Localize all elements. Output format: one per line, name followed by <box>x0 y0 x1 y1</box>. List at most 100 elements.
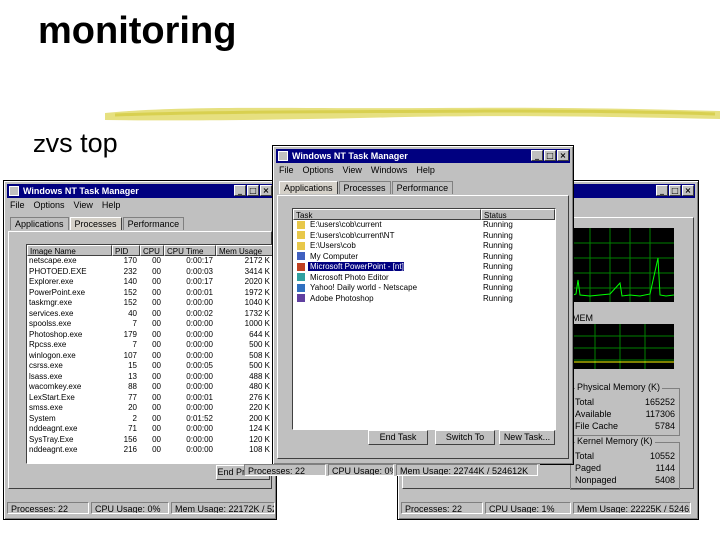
process-row[interactable]: Explorer.exe 140 00 0:00:17 2020 K <box>27 277 273 288</box>
task-row[interactable]: Adobe Photoshop Running <box>293 294 555 305</box>
end-task-button[interactable]: End Task <box>368 430 428 445</box>
process-row[interactable]: Rpcss.exe 7 00 0:00:00 500 K <box>27 340 273 351</box>
process-row[interactable]: netscape.exe 170 00 0:00:17 2172 K <box>27 256 273 267</box>
column-header-task[interactable]: Task <box>293 209 481 220</box>
process-pid: 7 <box>132 319 137 328</box>
task-list[interactable]: Task Status E:\users\cob\current Running E… <box>292 208 556 430</box>
column-header-status[interactable]: Status <box>481 209 555 220</box>
process-row[interactable]: LexStart.Exe 77 00 0:00:01 276 K <box>27 393 273 404</box>
tab-applications[interactable]: Applications <box>10 217 69 230</box>
tab-performance[interactable]: Performance <box>391 181 454 194</box>
menu-options[interactable]: Options <box>34 200 65 210</box>
process-cpu-time: 0:00:00 <box>186 371 213 381</box>
process-row[interactable]: csrss.exe 15 00 0:00:05 500 K <box>27 361 273 372</box>
menu-help[interactable]: Help <box>102 200 121 210</box>
column-header-image-name[interactable]: Image Name <box>27 245 112 256</box>
process-mem-usage: 200 K <box>249 413 270 423</box>
process-cpu: 00 <box>152 403 161 412</box>
process-image-name: Explorer.exe <box>29 277 74 286</box>
column-header-pid[interactable]: PID <box>112 245 140 256</box>
process-row[interactable]: PowerPoint.exe 152 00 0:00:01 1972 K <box>27 288 273 299</box>
process-cpu: 00 <box>152 329 161 339</box>
process-row[interactable]: nddeagnt.exe 216 00 0:00:00 108 K <box>27 445 273 456</box>
column-header-cpu-time[interactable]: CPU Time <box>164 245 216 256</box>
process-cpu-time: 0:00:00 <box>186 434 213 444</box>
menu-options[interactable]: Options <box>303 165 334 175</box>
menu-file[interactable]: File <box>279 165 294 175</box>
process-list-header: Image Name PID CPU CPU Time Mem Usage <box>27 245 273 256</box>
menu-help[interactable]: Help <box>416 165 435 175</box>
close-button[interactable]: × <box>557 150 569 161</box>
process-row[interactable]: services.exe 40 00 0:00:02 1732 K <box>27 309 273 320</box>
task-row[interactable]: My Computer Running <box>293 252 555 263</box>
process-mem-usage: 2172 K <box>244 256 270 265</box>
minimize-button[interactable]: _ <box>656 185 668 196</box>
application-icon <box>297 262 305 271</box>
menu-bar: File Options View Windows Help <box>279 165 444 175</box>
column-header-mem-usage[interactable]: Mem Usage <box>216 245 273 256</box>
task-name-text: E:\users\cob\current <box>310 220 382 229</box>
process-cpu-time: 0:00:00 <box>186 350 213 360</box>
menu-view[interactable]: View <box>343 165 362 175</box>
minimize-button[interactable]: _ <box>531 150 543 161</box>
task-row[interactable]: Microsoft PowerPoint - [nt] Running <box>293 262 555 273</box>
maximize-button[interactable]: □ <box>669 185 681 196</box>
menu-windows[interactable]: Windows <box>371 165 408 175</box>
process-mem-usage: 480 K <box>249 382 270 391</box>
task-name: E:\Users\cob <box>293 241 481 252</box>
mem-usage-graph <box>570 324 674 369</box>
physical-memory-group: Physical Memory (K) Total 165252 Availab… <box>570 382 680 436</box>
application-icon <box>297 231 305 240</box>
process-cpu-time: 0:00:00 <box>186 445 213 454</box>
process-row[interactable]: smss.exe 20 00 0:00:00 220 K <box>27 403 273 414</box>
tab-processes[interactable]: Processes <box>69 217 122 230</box>
task-row[interactable]: Yahoo! Daily world - Netscape Running <box>293 283 555 294</box>
task-row[interactable]: E:\Users\cob Running <box>293 241 555 252</box>
minimize-button[interactable]: _ <box>234 185 246 196</box>
process-image-name: PHOTOED.EXE <box>29 266 87 276</box>
close-button[interactable]: × <box>682 185 694 196</box>
tab-performance[interactable]: Performance <box>122 217 185 230</box>
process-cpu: 00 <box>152 382 161 391</box>
column-header-cpu[interactable]: CPU <box>140 245 164 256</box>
cpu-history-chart <box>569 228 675 302</box>
process-cpu-time: 0:00:01 <box>186 392 213 402</box>
process-list[interactable]: Image Name PID CPU CPU Time Mem Usage ne… <box>26 244 274 464</box>
application-icon <box>297 252 305 261</box>
process-pid: 179 <box>123 329 137 339</box>
process-row[interactable]: nddeagnt.exe 71 00 0:00:00 124 K <box>27 424 273 435</box>
process-row[interactable]: System 2 00 0:01:52 200 K <box>27 414 273 425</box>
maximize-button[interactable]: □ <box>544 150 556 161</box>
process-row[interactable]: Photoshop.exe 179 00 0:00:00 644 K <box>27 330 273 341</box>
task-status: Running <box>483 220 513 229</box>
process-pid: 152 <box>123 287 137 297</box>
menu-file[interactable]: File <box>10 200 25 210</box>
process-row[interactable]: lsass.exe 13 00 0:00:00 488 K <box>27 372 273 383</box>
mem-usage-chart <box>570 324 674 369</box>
task-list-header: Task Status <box>293 209 555 220</box>
task-row[interactable]: E:\users\cob\current\NT Running <box>293 231 555 242</box>
process-row[interactable]: wacomkey.exe 88 00 0:00:00 480 K <box>27 382 273 393</box>
tab-processes[interactable]: Processes <box>338 181 391 194</box>
process-cpu: 00 <box>152 319 161 328</box>
task-row[interactable]: Microsoft Photo Editor Running <box>293 273 555 284</box>
process-mem-usage: 1732 K <box>244 308 270 318</box>
status-mem-usage: Mem Usage: 22744K / 524612K <box>396 464 538 476</box>
task-row[interactable]: E:\users\cob\current Running <box>293 220 555 231</box>
process-mem-usage: 644 K <box>249 329 270 339</box>
physical-total-label: Total <box>575 397 595 407</box>
process-row[interactable]: taskmgr.exe 152 00 0:00:00 1040 K <box>27 298 273 309</box>
maximize-button[interactable]: □ <box>247 185 259 196</box>
process-row[interactable]: SysTray.Exe 156 00 0:00:00 120 K <box>27 435 273 446</box>
process-image-name: System <box>29 413 56 423</box>
menu-view[interactable]: View <box>74 200 93 210</box>
process-row[interactable]: PHOTOED.EXE 232 00 0:00:03 3414 K <box>27 267 273 278</box>
tab-applications[interactable]: Applications <box>279 181 338 194</box>
process-row[interactable]: spoolss.exe 7 00 0:00:00 1000 K <box>27 319 273 330</box>
switch-to-button[interactable]: Switch To <box>435 430 495 445</box>
process-pid: 2 <box>132 413 137 423</box>
new-task-button[interactable]: New Task... <box>499 430 555 445</box>
task-name-text: Microsoft PowerPoint - [nt] <box>308 262 404 271</box>
close-button[interactable]: × <box>260 185 272 196</box>
process-row[interactable]: winlogon.exe 107 00 0:00:00 508 K <box>27 351 273 362</box>
